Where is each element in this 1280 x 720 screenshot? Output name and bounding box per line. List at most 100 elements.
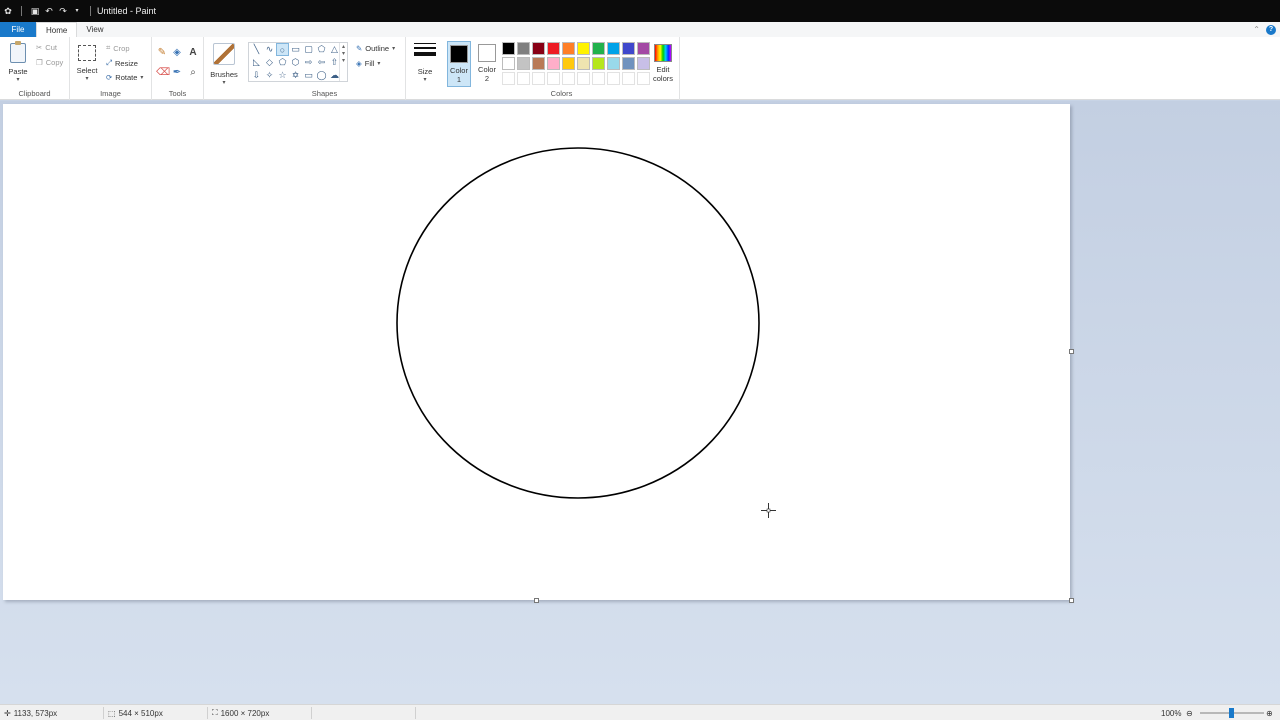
tab-home[interactable]: Home xyxy=(36,22,78,37)
paste-button[interactable]: Paste ▾ xyxy=(7,41,29,83)
palette-swatch[interactable] xyxy=(592,42,605,55)
outline-icon: ✎ xyxy=(356,44,363,53)
palette-swatch[interactable] xyxy=(577,72,590,85)
palette-swatch[interactable] xyxy=(547,57,560,70)
size-button[interactable]: Size ▾ xyxy=(412,43,438,83)
line-shape-icon[interactable]: ╲ xyxy=(250,43,263,56)
rectangle-shape-icon[interactable]: ▭ xyxy=(289,43,302,56)
palette-swatch[interactable] xyxy=(562,57,575,70)
shapes-gallery: ╲ ∿ ○ ▭ ▢ ⬠ △ ◺ ◇ ⬠ ⬡ ⇨ ⇦ ⇧ ⇩ ✧ ☆ ✡ ▭ ◯ … xyxy=(248,42,348,82)
line-width-sample xyxy=(414,43,436,44)
zoom-slider-thumb[interactable] xyxy=(1229,708,1234,718)
fill-icon: ◈ xyxy=(356,59,362,68)
zoom-level: 100% xyxy=(1161,705,1181,720)
tab-file[interactable]: File xyxy=(0,22,36,37)
help-icon[interactable]: ? xyxy=(1266,24,1276,35)
rounded-rectangle-shape-icon[interactable]: ▢ xyxy=(302,43,315,56)
palette-swatch[interactable] xyxy=(607,72,620,85)
palette-swatch[interactable] xyxy=(502,57,515,70)
palette-swatch[interactable] xyxy=(592,57,605,70)
palette-swatch[interactable] xyxy=(637,72,650,85)
left-arrow-shape-icon[interactable]: ⇦ xyxy=(315,56,328,69)
undo-icon[interactable]: ↶ xyxy=(44,6,54,16)
color1-button[interactable]: Color 1 xyxy=(447,41,471,87)
shapes-gallery-scrollbar[interactable]: ▴ ▾ ▾ xyxy=(339,43,347,81)
diamond-shape-icon[interactable]: ◇ xyxy=(263,56,276,69)
eraser-icon[interactable]: ⌫ xyxy=(156,67,170,79)
curve-shape-icon[interactable]: ∿ xyxy=(263,43,276,56)
fill-bucket-icon[interactable]: ◈ xyxy=(171,47,183,59)
palette-swatch[interactable] xyxy=(622,57,635,70)
paint-app-icon[interactable]: ✿ xyxy=(3,6,13,16)
resize-button[interactable]: ⤢ Resize xyxy=(106,58,138,68)
line-width-sample xyxy=(414,52,436,56)
palette-swatch[interactable] xyxy=(547,72,560,85)
palette-swatch[interactable] xyxy=(562,42,575,55)
canvas-resize-handle-bottom[interactable] xyxy=(534,598,539,603)
rotate-button[interactable]: ⟳ Rotate ▾ xyxy=(106,73,143,82)
palette-swatch[interactable] xyxy=(517,42,530,55)
canvas-resize-handle-right[interactable] xyxy=(1069,349,1074,354)
image-size-icon: ⛶ xyxy=(212,708,218,717)
palette-swatch[interactable] xyxy=(577,42,590,55)
drawing-canvas[interactable] xyxy=(3,104,1070,600)
chevron-down-icon: ▾ xyxy=(377,61,381,67)
palette-swatch[interactable] xyxy=(532,57,545,70)
text-tool-icon[interactable]: A xyxy=(187,47,199,59)
copy-label: Copy xyxy=(45,58,64,67)
line-width-sample xyxy=(414,47,436,49)
palette-swatch[interactable] xyxy=(502,42,515,55)
right-triangle-shape-icon[interactable]: ◺ xyxy=(250,56,263,69)
oval-shape-icon[interactable]: ○ xyxy=(276,43,289,56)
zoom-out-icon[interactable]: ⊖ xyxy=(1186,705,1193,720)
palette-swatch[interactable] xyxy=(622,42,635,55)
tab-view[interactable]: View xyxy=(77,22,112,37)
customize-dropdown-icon[interactable]: ▾ xyxy=(72,6,82,16)
redo-icon[interactable]: ↷ xyxy=(58,6,68,16)
polygon-shape-icon[interactable]: ⬠ xyxy=(315,43,328,56)
edit-colors-button[interactable]: Edit colors xyxy=(650,41,676,87)
six-point-star-shape-icon[interactable]: ✡ xyxy=(289,69,302,82)
fill-button[interactable]: ◈ Fill ▾ xyxy=(356,59,380,68)
separator xyxy=(415,707,416,719)
collapse-ribbon-icon[interactable]: ⌃ xyxy=(1253,25,1260,34)
five-point-star-shape-icon[interactable]: ☆ xyxy=(276,69,289,82)
four-point-star-shape-icon[interactable]: ✧ xyxy=(263,69,276,82)
line-width-icon xyxy=(414,43,436,63)
palette-swatch[interactable] xyxy=(607,42,620,55)
canvas-resize-handle-corner[interactable] xyxy=(1069,598,1074,603)
brushes-button[interactable]: Brushes ▾ xyxy=(210,43,238,86)
palette-swatch[interactable] xyxy=(517,57,530,70)
zoom-in-icon[interactable]: ⊕ xyxy=(1266,705,1273,720)
palette-swatch[interactable] xyxy=(547,42,560,55)
color-picker-icon[interactable]: ✒ xyxy=(171,67,183,79)
pentagon-shape-icon[interactable]: ⬠ xyxy=(276,56,289,69)
palette-swatch[interactable] xyxy=(622,72,635,85)
callout-shape-icon[interactable]: ▭ xyxy=(302,69,315,82)
save-icon[interactable]: ▣ xyxy=(30,6,40,16)
palette-swatch[interactable] xyxy=(607,57,620,70)
color2-button[interactable]: Color 2 xyxy=(475,41,499,87)
palette-swatch[interactable] xyxy=(637,57,650,70)
selection-size: ⬚ 544 × 510px xyxy=(108,705,163,720)
copy-button[interactable]: ❐ Copy xyxy=(36,58,63,67)
palette-swatch[interactable] xyxy=(577,57,590,70)
right-arrow-shape-icon[interactable]: ⇨ xyxy=(302,56,315,69)
palette-swatch[interactable] xyxy=(562,72,575,85)
oval-callout-shape-icon[interactable]: ◯ xyxy=(315,69,328,82)
palette-swatch[interactable] xyxy=(532,72,545,85)
magnifier-icon[interactable]: ⌕ xyxy=(187,67,199,79)
palette-swatch[interactable] xyxy=(637,42,650,55)
color2-number: 2 xyxy=(484,74,490,83)
select-button[interactable]: Select ▾ xyxy=(76,45,98,82)
hexagon-shape-icon[interactable]: ⬡ xyxy=(289,56,302,69)
palette-swatch[interactable] xyxy=(592,72,605,85)
pencil-icon[interactable]: ✎ xyxy=(156,47,168,59)
cut-button[interactable]: ✂ Cut xyxy=(36,43,57,52)
outline-button[interactable]: ✎ Outline ▾ xyxy=(356,44,395,53)
palette-swatch[interactable] xyxy=(532,42,545,55)
down-arrow-shape-icon[interactable]: ⇩ xyxy=(250,69,263,82)
palette-swatch[interactable] xyxy=(502,72,515,85)
crop-button[interactable]: ⌗ Crop xyxy=(106,43,130,53)
palette-swatch[interactable] xyxy=(517,72,530,85)
